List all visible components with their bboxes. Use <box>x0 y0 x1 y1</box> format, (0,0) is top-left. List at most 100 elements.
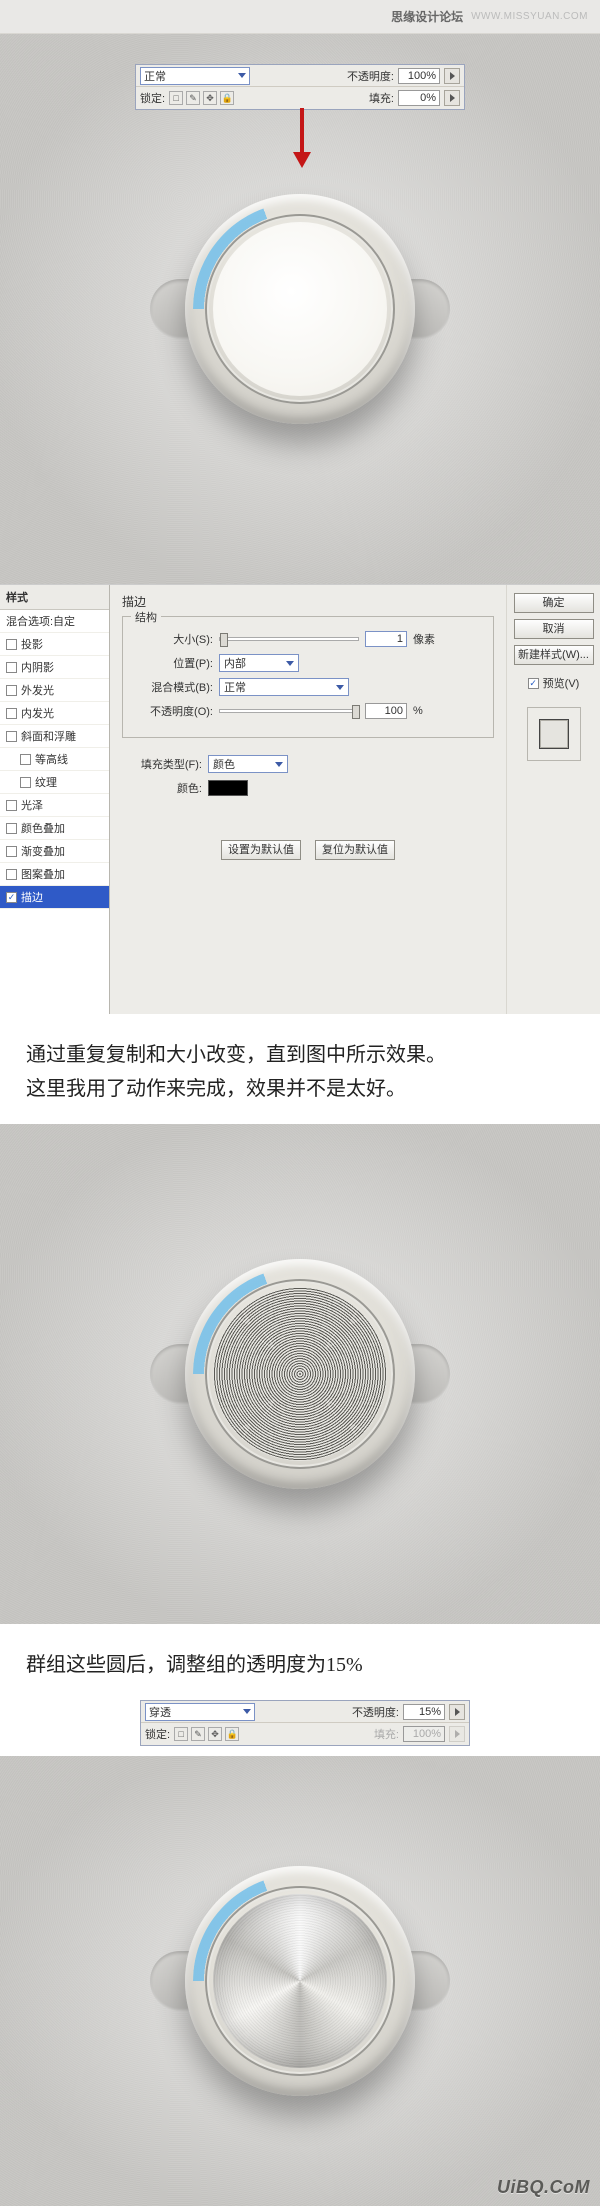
opacity-label: 不透明度(O): <box>133 703 213 719</box>
style-texture[interactable]: 纹理 <box>0 771 109 794</box>
instruction-text-1: 通过重复复制和大小改变，直到图中所示效果。 这里我用了动作来完成，效果并不是太好… <box>0 1014 600 1124</box>
style-label: 图案叠加 <box>21 866 65 882</box>
opacity-label: 不透明度: <box>347 68 394 84</box>
lock-image-icon[interactable]: ✎ <box>186 91 200 105</box>
fill-label: 填充: <box>374 1726 399 1742</box>
set-default-button[interactable]: 设置为默认值 <box>221 840 301 860</box>
size-input[interactable]: 1 <box>365 631 407 647</box>
lock-position-icon[interactable]: ✥ <box>203 91 217 105</box>
checkbox-icon[interactable] <box>6 685 17 696</box>
style-bevel[interactable]: 斜面和浮雕 <box>0 725 109 748</box>
style-color-overlay[interactable]: 颜色叠加 <box>0 817 109 840</box>
style-label: 投影 <box>21 636 43 652</box>
layer-options-panel-2: 穿透 不透明度: 15% 锁定: □ ✎ ✥ 🔒 填充: 100% <box>140 1700 470 1746</box>
instruction-line: 这里我用了动作来完成，效果并不是太好。 <box>26 1072 574 1106</box>
stroke-settings-panel: 描边 结构 大小(S): 1 像素 位置(P): 内部 混合模式(B): 正常 <box>110 585 506 1014</box>
checkbox-icon[interactable] <box>20 777 31 788</box>
style-label: 斜面和浮雕 <box>21 728 76 744</box>
style-label: 内发光 <box>21 705 54 721</box>
knob-face-white <box>213 222 387 396</box>
style-outer-glow[interactable]: 外发光 <box>0 679 109 702</box>
preview-label: 预览(V) <box>543 675 580 691</box>
style-label: 等高线 <box>35 751 68 767</box>
cancel-button[interactable]: 取消 <box>514 619 594 639</box>
style-pattern-overlay[interactable]: 图案叠加 <box>0 863 109 886</box>
checkbox-icon[interactable] <box>6 869 17 880</box>
reset-default-button[interactable]: 复位为默认值 <box>315 840 395 860</box>
checkbox-icon[interactable] <box>6 846 17 857</box>
fieldset-legend: 结构 <box>131 609 161 625</box>
fill-arrow-button-disabled <box>449 1726 465 1742</box>
style-label: 内阴影 <box>21 659 54 675</box>
opacity-input[interactable]: 100 <box>365 703 407 719</box>
style-list: 样式 混合选项:自定 投影 内阴影 外发光 内发光 斜面和浮雕 等高线 纹理 光… <box>0 585 110 1014</box>
knob-inner-ring <box>205 214 395 404</box>
lock-all-icon[interactable]: 🔒 <box>225 1727 239 1741</box>
style-gradient-overlay[interactable]: 渐变叠加 <box>0 840 109 863</box>
illustration-panel-step1: 正常 不透明度: 100% 锁定: □ ✎ ✥ 🔒 填充: 0% <box>0 34 600 584</box>
checkbox-icon[interactable] <box>6 823 17 834</box>
checkbox-icon[interactable] <box>20 754 31 765</box>
position-select[interactable]: 内部 <box>219 654 299 672</box>
size-slider[interactable] <box>219 637 359 641</box>
style-drop-shadow[interactable]: 投影 <box>0 633 109 656</box>
stroke-color-swatch[interactable] <box>208 780 248 796</box>
style-label: 描边 <box>21 889 43 905</box>
opacity-input[interactable]: 100% <box>398 68 440 84</box>
blend-mode-select[interactable]: 正常 <box>140 67 250 85</box>
opacity-input[interactable]: 15% <box>403 1704 445 1720</box>
layer-options-panel: 正常 不透明度: 100% 锁定: □ ✎ ✥ 🔒 填充: 0% <box>135 64 465 110</box>
lock-all-icon[interactable]: 🔒 <box>220 91 234 105</box>
lock-transparency-icon[interactable]: □ <box>169 91 183 105</box>
blend-mode-value: 穿透 <box>149 1704 171 1720</box>
chevron-down-icon <box>336 685 344 690</box>
new-style-button[interactable]: 新建样式(W)... <box>514 645 594 665</box>
checkbox-icon[interactable] <box>6 708 17 719</box>
fill-type-value: 颜色 <box>213 756 235 772</box>
blend-mode-select[interactable]: 穿透 <box>145 1703 255 1721</box>
color-label: 颜色: <box>122 780 202 796</box>
knob-ring-overlay <box>213 1894 387 2068</box>
layer-style-dialog: 样式 混合选项:自定 投影 内阴影 外发光 内发光 斜面和浮雕 等高线 纹理 光… <box>0 584 600 1014</box>
opacity-slider[interactable] <box>219 709 359 713</box>
instruction-text-2: 群组这些圆后，调整组的透明度为15% <box>0 1624 600 1700</box>
lock-image-icon[interactable]: ✎ <box>191 1727 205 1741</box>
checkbox-icon[interactable] <box>6 662 17 673</box>
blend-mode-label: 混合模式(B): <box>133 679 213 695</box>
style-satin[interactable]: 光泽 <box>0 794 109 817</box>
lock-transparency-icon[interactable]: □ <box>174 1727 188 1741</box>
watermark-text: UiBQ.CoM <box>497 2177 590 2198</box>
illustration-panel-step2 <box>0 1124 600 1624</box>
lock-label: 锁定: <box>140 90 165 106</box>
opacity-arrow-button[interactable] <box>449 1704 465 1720</box>
style-contour[interactable]: 等高线 <box>0 748 109 771</box>
site-url: WWW.MISSYUAN.COM <box>471 11 588 22</box>
style-stroke[interactable]: ✓ 描边 <box>0 886 109 909</box>
blending-options-row[interactable]: 混合选项:自定 <box>0 610 109 633</box>
checkbox-icon[interactable]: ✓ <box>6 892 17 903</box>
lock-position-icon[interactable]: ✥ <box>208 1727 222 1741</box>
style-inner-shadow[interactable]: 内阴影 <box>0 656 109 679</box>
structure-fieldset: 结构 大小(S): 1 像素 位置(P): 内部 混合模式(B): 正常 <box>122 616 494 738</box>
checkbox-icon[interactable] <box>6 731 17 742</box>
ok-button[interactable]: 确定 <box>514 593 594 613</box>
opacity-arrow-button[interactable] <box>444 68 460 84</box>
checkbox-icon[interactable] <box>6 800 17 811</box>
fill-type-select[interactable]: 颜色 <box>208 755 288 773</box>
blend-mode-select[interactable]: 正常 <box>219 678 349 696</box>
style-label: 渐变叠加 <box>21 843 65 859</box>
style-inner-glow[interactable]: 内发光 <box>0 702 109 725</box>
preview-checkbox[interactable]: ✓ <box>528 678 539 689</box>
style-list-header: 样式 <box>0 585 109 610</box>
fill-arrow-button[interactable] <box>444 90 460 106</box>
fill-type-label: 填充类型(F): <box>122 756 202 772</box>
knob-face-concentric <box>213 1287 387 1461</box>
checkbox-icon[interactable] <box>6 639 17 650</box>
style-label: 颜色叠加 <box>21 820 65 836</box>
knob-inner-ring <box>205 1279 395 1469</box>
chevron-down-icon <box>238 73 246 78</box>
knob-outer-ring <box>185 194 415 424</box>
fill-input-disabled: 100% <box>403 1726 445 1742</box>
instruction-line: 群组这些圆后，调整组的透明度为15% <box>26 1648 574 1682</box>
fill-input[interactable]: 0% <box>398 90 440 106</box>
